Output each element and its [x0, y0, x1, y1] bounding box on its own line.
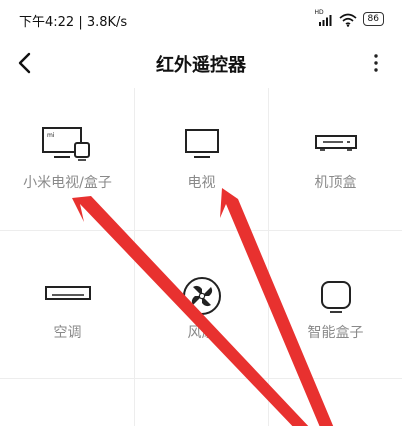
wifi-icon [339, 12, 357, 27]
battery-indicator: 86 [362, 12, 384, 26]
more-vertical-icon [374, 54, 378, 72]
device-tv[interactable]: 电视 [135, 88, 268, 230]
device-grid: mi 小米电视/盒子 电视 机顶盒 空调 风扇 智能盒子 [0, 88, 402, 426]
device-label: 电视 [187, 175, 216, 191]
smart-box-icon [269, 279, 402, 315]
device-label: 智能盒子 [307, 325, 364, 341]
device-label: 风扇 [187, 325, 216, 341]
status-bar: 下午4:22 | 3.8K/s HD 86 [0, 0, 402, 38]
status-icons: HD 86 [314, 9, 384, 27]
device-smart-box[interactable]: 智能盒子 [269, 231, 402, 378]
device-label: 小米电视/盒子 [23, 175, 112, 191]
device-label: 机顶盒 [314, 175, 357, 191]
device-set-top-box[interactable]: 机顶盒 [269, 88, 402, 230]
tv-icon [135, 128, 268, 160]
device-air-conditioner[interactable]: 空调 [1, 231, 134, 378]
device-cell-partial[interactable] [1, 379, 134, 426]
signal-icon: HD [314, 9, 333, 26]
mi-tv-box-icon: mi [1, 126, 134, 162]
fan-icon [135, 275, 268, 317]
header: 红外遥控器 [0, 38, 402, 88]
more-options-button[interactable] [366, 46, 386, 80]
svg-text:mi: mi [47, 132, 55, 139]
status-time-speed: 下午4:22 | 3.8K/s [19, 15, 128, 30]
page-title: 红外遥控器 [156, 55, 246, 76]
signal-hd-label: HD [314, 9, 324, 16]
set-top-box-icon [269, 134, 402, 154]
device-fan[interactable]: 风扇 [135, 231, 268, 378]
device-mi-tv-box[interactable]: mi 小米电视/盒子 [1, 88, 134, 230]
device-cell-partial[interactable] [135, 379, 268, 426]
device-label: 空调 [53, 325, 82, 341]
air-conditioner-icon [1, 285, 134, 303]
device-cell-partial[interactable] [269, 379, 402, 426]
